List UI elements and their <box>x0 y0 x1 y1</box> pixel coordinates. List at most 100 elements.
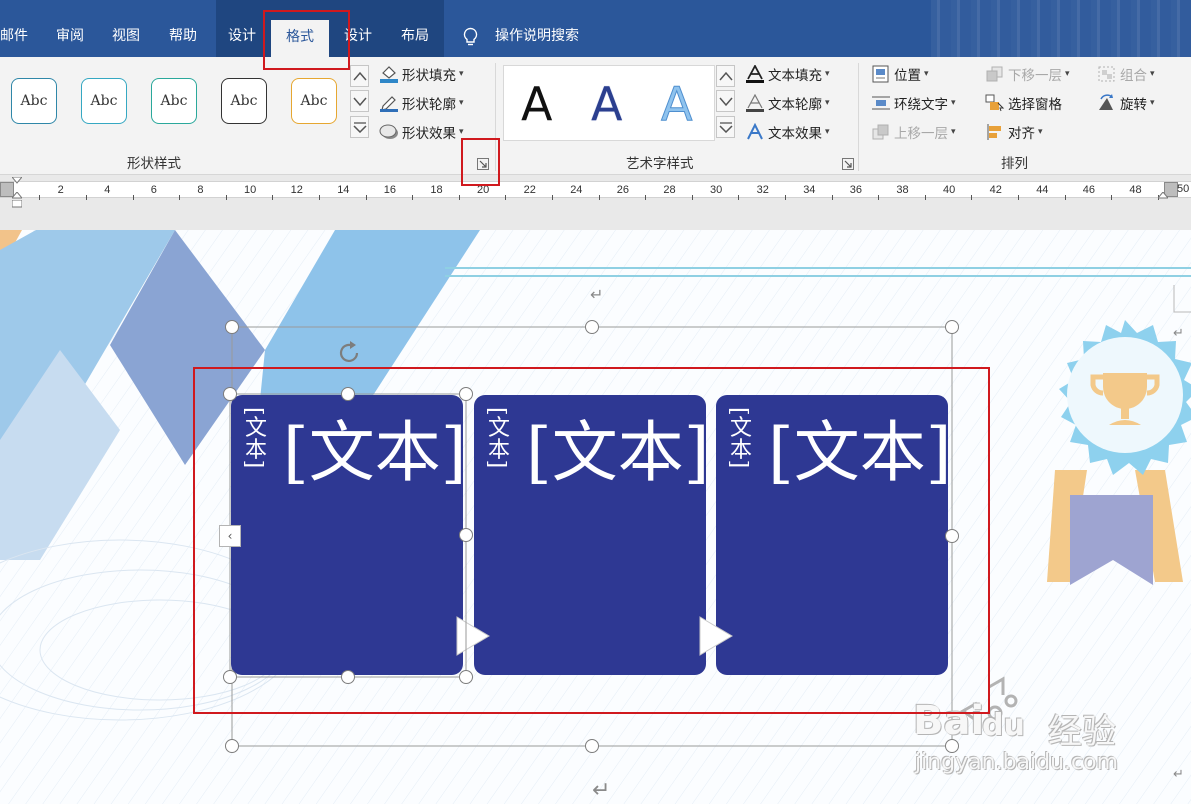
lightbulb-icon <box>463 27 478 46</box>
selection-pane-icon <box>985 94 1005 112</box>
ruler-number: 26 <box>616 184 630 196</box>
ribbon: Abc Abc Abc Abc Abc 形状填充 ▾ 形状轮廓 ▾ 形状效果 ▾ 形状… <box>0 57 1191 175</box>
right-indent-marker[interactable] <box>1158 192 1168 202</box>
text-outline-button[interactable]: 文本轮廓 ▾ <box>745 92 830 114</box>
ruler-number: 2 <box>57 184 64 196</box>
chevron-up-icon <box>719 71 733 81</box>
ruler-number: 8 <box>197 184 204 196</box>
text-outline-icon <box>745 93 765 112</box>
ruler-number: 4 <box>104 184 111 196</box>
gallery-scroll-down[interactable] <box>350 90 369 112</box>
rotate-handle-icon[interactable] <box>335 339 363 367</box>
text-effects-label: 文本效果 <box>768 126 822 142</box>
shape-effects-button[interactable]: 形状效果 ▾ <box>379 121 464 143</box>
ruler-tick <box>412 195 414 200</box>
ruler-number: 18 <box>430 184 443 196</box>
chevron-down-icon <box>719 97 733 107</box>
wordart-scroll-down[interactable] <box>716 90 735 112</box>
left-indent-marker[interactable] <box>12 200 22 210</box>
ruler-number: 44 <box>1036 184 1049 196</box>
align-button[interactable]: 对齐 ▾ <box>985 121 1043 143</box>
paint-bucket-icon <box>379 65 399 83</box>
group-objects-button[interactable]: 组合 ▾ <box>1097 63 1155 85</box>
ruler-number: 34 <box>803 184 816 196</box>
ruler-number: 48 <box>1129 184 1142 196</box>
ruler-tick <box>39 195 41 200</box>
ruler-tick <box>738 195 740 200</box>
wrap-text-button[interactable]: 环绕文字 ▾ <box>871 92 956 114</box>
tab-design-smartart[interactable]: 设计 <box>228 26 256 46</box>
first-line-indent-marker[interactable] <box>12 177 22 187</box>
horizontal-ruler: 2 4 6 8 10 12 14 16 18 20 22 24 26 28 30 32 34 36 38 40 42 44… <box>0 175 1191 230</box>
text-fill-button[interactable]: 文本填充 ▾ <box>745 63 830 85</box>
ruler-number: 12 <box>290 184 303 196</box>
search-tell-me[interactable]: 操作说明搜索 <box>495 26 579 46</box>
ruler-tick <box>179 195 181 200</box>
ruler-number: 40 <box>943 184 956 196</box>
dialog-launcher-icon[interactable] <box>842 158 854 170</box>
ruler-tick <box>878 195 880 200</box>
ruler-tick <box>1064 195 1066 200</box>
tab-view[interactable]: 视图 <box>112 26 140 46</box>
wrap-text-label: 环绕文字 <box>894 97 948 113</box>
gallery-more-button[interactable] <box>350 116 369 138</box>
ruler-tick <box>645 195 647 200</box>
resize-handle-top[interactable] <box>585 320 599 334</box>
wordart-sample-blue[interactable]: A <box>591 76 622 132</box>
ruler-end-label: 50 <box>1177 183 1190 195</box>
ruler-tick <box>551 195 553 200</box>
ruler-number: 24 <box>570 184 583 196</box>
ruler-strip[interactable]: 2 4 6 8 10 12 14 16 18 20 22 24 26 28 30 32 34 36 38 40 42 44… <box>0 181 1191 200</box>
tab-layout[interactable]: 布局 <box>401 26 429 46</box>
caret-down-icon: ▾ <box>459 98 464 108</box>
wordart-scroll-up[interactable] <box>716 65 735 87</box>
wordart-more-button[interactable] <box>716 116 735 138</box>
rotate-label: 旋转 <box>1120 97 1147 113</box>
align-label: 对齐 <box>1008 126 1035 142</box>
wordart-sample-black[interactable]: A <box>521 76 552 132</box>
position-button[interactable]: 位置 ▾ <box>871 63 929 85</box>
gallery-expand-icon <box>719 122 733 133</box>
selection-pane-button[interactable]: 选择窗格 <box>985 92 1062 114</box>
shape-style-sample[interactable]: Abc <box>11 78 57 124</box>
shape-style-sample[interactable]: Abc <box>221 78 267 124</box>
gallery-scroll-up[interactable] <box>350 65 369 87</box>
send-backward-button[interactable]: 下移一层 ▾ <box>985 63 1070 85</box>
shape-fill-label: 形状填充 <box>402 68 456 84</box>
tab-help[interactable]: 帮助 <box>169 26 197 46</box>
resize-handle-bottom[interactable] <box>585 739 599 753</box>
ruler-number: 42 <box>989 184 1002 196</box>
shape-style-sample[interactable]: Abc <box>81 78 127 124</box>
bring-forward-button[interactable]: 上移一层 ▾ <box>871 121 956 143</box>
ruler-tick <box>458 195 460 200</box>
group-label-wordart-styles: 艺术字样式 <box>626 156 694 172</box>
ruler-tick <box>784 195 786 200</box>
ruler-number: 32 <box>756 184 769 196</box>
text-effects-button[interactable]: 文本效果 ▾ <box>745 121 830 143</box>
ruler-tick <box>365 195 367 200</box>
highlight-dialog-launcher <box>461 138 500 186</box>
resize-handle-top-right[interactable] <box>945 320 959 334</box>
ruler-number: 46 <box>1082 184 1096 196</box>
chevron-down-icon <box>353 97 367 107</box>
ruler-tick <box>971 195 973 200</box>
resize-handle-top-left[interactable] <box>225 320 239 334</box>
shape-style-sample[interactable]: Abc <box>151 78 197 124</box>
caret-down-icon: ▾ <box>459 69 464 79</box>
tab-review[interactable]: 审阅 <box>56 26 84 46</box>
caret-down-icon: ▾ <box>1150 69 1155 79</box>
shape-style-sample[interactable]: Abc <box>291 78 337 124</box>
ruler-number: 36 <box>849 184 863 196</box>
send-backward-label: 下移一层 <box>1008 68 1062 84</box>
wordart-sample-lightblue[interactable]: A <box>660 76 692 132</box>
caret-down-icon: ▾ <box>1065 69 1070 79</box>
ruler-tick <box>225 195 227 200</box>
highlight-smartart <box>193 367 990 714</box>
resize-handle-bottom-left[interactable] <box>225 739 239 753</box>
rotate-button[interactable]: 旋转 ▾ <box>1097 92 1155 114</box>
caret-down-icon: ▾ <box>825 127 830 137</box>
shape-fill-button[interactable]: 形状填充 ▾ <box>379 63 464 85</box>
shape-outline-button[interactable]: 形状轮廓 ▾ <box>379 92 464 114</box>
gallery-expand-icon <box>353 122 367 133</box>
tab-mailings[interactable]: 邮件 <box>0 26 28 46</box>
